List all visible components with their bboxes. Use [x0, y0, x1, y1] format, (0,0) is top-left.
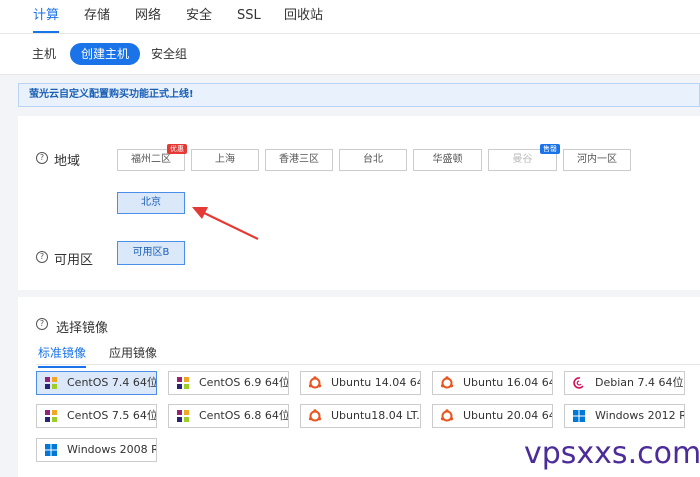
centos-icon [45, 410, 57, 422]
image-name: Ubuntu 14.04 64... [331, 376, 420, 389]
region-label: 地域 [54, 154, 81, 169]
zone-option-b[interactable]: 可用区B [117, 241, 185, 265]
image-name: Windows 2012 R... [595, 409, 684, 422]
region-option-beijing[interactable]: 北京 [117, 192, 185, 214]
image-name: CentOS 6.8 64位 [199, 409, 289, 422]
region-option-hongkong3[interactable]: 香港三区 [265, 149, 333, 171]
promo-badge: 优惠 [167, 144, 187, 154]
ubuntu-icon [440, 376, 454, 389]
tab-standard-image[interactable]: 标准镜像 [38, 344, 87, 368]
image-option-ubuntu2004[interactable]: Ubuntu 20.04 64... [432, 404, 553, 428]
help-icon[interactable]: ? [36, 318, 48, 330]
image-option-centos74[interactable]: CentOS 7.4 64位 [36, 371, 157, 395]
region-option-shanghai[interactable]: 上海 [191, 149, 259, 171]
windows-icon [45, 444, 57, 456]
image-option-centos68[interactable]: CentOS 6.8 64位 [168, 404, 289, 428]
tab-storage[interactable]: 存储 [84, 0, 110, 33]
region-option-washington[interactable]: 华盛顿 [413, 149, 482, 171]
image-label: 选择镜像 [56, 321, 109, 336]
region-option-hanoi1[interactable]: 河内一区 [563, 149, 631, 171]
subtab-create-host[interactable]: 创建主机 [70, 43, 141, 65]
image-option-debian74[interactable]: Debian 7.4 64位 [564, 371, 685, 395]
sub-nav: 主机 创建主机 安全组 [0, 34, 700, 75]
centos-icon [45, 377, 57, 389]
ubuntu-icon [440, 409, 454, 422]
watermark: vpsxxs.com [524, 436, 700, 471]
image-name: Ubuntu18.04 LT... [331, 409, 421, 422]
image-name: Debian 7.4 64位 [595, 376, 684, 389]
image-option-ubuntu1404[interactable]: Ubuntu 14.04 64... [300, 371, 421, 395]
image-option-ubuntu1604[interactable]: Ubuntu 16.04 64... [432, 371, 553, 395]
tab-app-image[interactable]: 应用镜像 [109, 344, 157, 361]
image-option-windows2008[interactable]: Windows 2008 R... [36, 438, 157, 462]
subtab-security-group[interactable]: 安全组 [151, 43, 187, 65]
image-option-centos69[interactable]: CentOS 6.9 64位 [168, 371, 289, 395]
tab-divider [36, 364, 700, 365]
tab-security[interactable]: 安全 [186, 0, 212, 33]
image-name: Ubuntu 20.04 64... [463, 409, 552, 422]
image-option-centos75[interactable]: CentOS 7.5 64位 [36, 404, 157, 428]
sold-out-badge: 售罄 [540, 144, 560, 154]
image-name: Windows 2008 R... [67, 443, 156, 456]
notice-banner[interactable]: 萤光云自定义配置购买功能正式上线! [18, 83, 700, 107]
subtab-hosts[interactable]: 主机 [32, 43, 56, 65]
tab-network[interactable]: 网络 [135, 0, 161, 33]
ubuntu-icon [308, 376, 322, 389]
tab-recycle-bin[interactable]: 回收站 [284, 0, 323, 33]
zone-label: 可用区 [54, 253, 94, 268]
image-name: CentOS 7.4 64位 [67, 376, 157, 389]
debian-icon [573, 377, 584, 389]
help-icon[interactable]: ? [36, 152, 48, 164]
ubuntu-icon [308, 409, 322, 422]
top-nav: 计算 存储 网络 安全 SSL 回收站 [0, 0, 700, 34]
tab-ssl[interactable]: SSL [237, 0, 261, 33]
image-option-ubuntu1804[interactable]: Ubuntu18.04 LT... [300, 404, 421, 428]
image-name: CentOS 7.5 64位 [67, 409, 157, 422]
image-name: Ubuntu 16.04 64... [463, 376, 552, 389]
help-icon[interactable]: ? [36, 251, 48, 263]
region-option-taipei[interactable]: 台北 [339, 149, 407, 171]
tab-compute[interactable]: 计算 [33, 0, 60, 33]
centos-icon [177, 410, 189, 422]
image-name: CentOS 6.9 64位 [199, 376, 289, 389]
centos-icon [177, 377, 189, 389]
image-option-windows2012[interactable]: Windows 2012 R... [564, 404, 685, 428]
windows-icon [573, 410, 585, 422]
